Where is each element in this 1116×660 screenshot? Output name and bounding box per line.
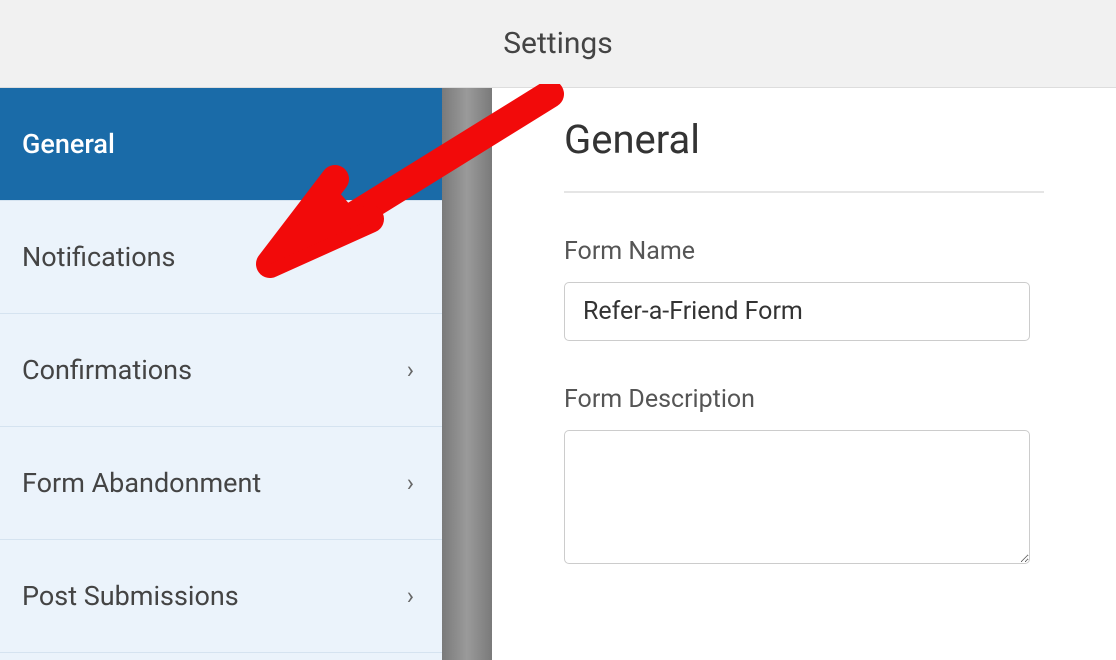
form-description-textarea[interactable] — [564, 430, 1030, 564]
sidebar-item-label: Notifications — [22, 241, 175, 273]
form-description-label: Form Description — [564, 385, 1044, 414]
sidebar-item-label: Form Abandonment — [22, 467, 261, 499]
sidebar-item-form-abandonment[interactable]: Form Abandonment › — [0, 427, 442, 540]
page-title: Settings — [503, 26, 613, 61]
sidebar-item-general[interactable]: General — [0, 88, 442, 201]
layout: General Notifications Confirmations › Fo… — [0, 88, 1116, 660]
chevron-right-icon: › — [407, 582, 414, 610]
form-name-input[interactable] — [564, 282, 1030, 341]
main-panel: General Form Name Form Description — [492, 88, 1116, 660]
chevron-right-icon: › — [407, 356, 414, 384]
panel-title: General — [564, 116, 1044, 163]
divider — [564, 191, 1044, 193]
sidebar-item-label: Post Submissions — [22, 580, 239, 612]
settings-header: Settings — [0, 0, 1116, 88]
chevron-right-icon: › — [407, 469, 414, 497]
settings-sidebar: General Notifications Confirmations › Fo… — [0, 88, 442, 660]
sidebar-item-post-submissions[interactable]: Post Submissions › — [0, 540, 442, 653]
sidebar-item-confirmations[interactable]: Confirmations › — [0, 314, 442, 427]
sidebar-item-label: Confirmations — [22, 354, 192, 386]
form-name-label: Form Name — [564, 237, 1044, 266]
panel-gap — [442, 88, 492, 660]
sidebar-item-notifications[interactable]: Notifications — [0, 201, 442, 314]
sidebar-item-label: General — [22, 128, 115, 160]
